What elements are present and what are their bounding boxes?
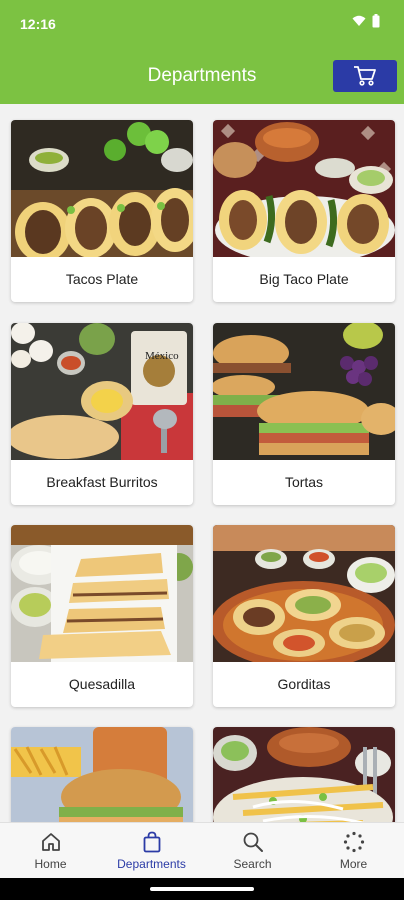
cart-icon [354,66,376,86]
department-image [11,120,193,257]
nav-label: Home [34,857,67,871]
nav-label: Search [233,857,272,871]
search-icon [243,832,263,852]
departments-grid: Tacos Plate Big Taco Plate México Breakf… [0,104,404,822]
bottom-navigation: Home Departments Search More [0,822,404,878]
nav-label: More [339,857,368,871]
department-card-big-taco-plate[interactable]: Big Taco Plate [213,120,395,302]
status-icons [352,14,380,28]
home-icon [42,833,60,851]
status-time: 12:16 [20,16,56,32]
department-image [213,525,395,662]
bag-icon [143,831,161,853]
home-gesture-handle[interactable] [150,887,254,891]
status-bar: 12:16 [0,0,404,48]
cart-button[interactable] [333,60,397,92]
department-image [213,727,395,822]
nav-more[interactable]: More [303,823,404,879]
department-card-breakfast-burritos[interactable]: México Breakfast Burritos [11,323,193,505]
department-label: Tacos Plate [65,271,139,287]
department-image [213,323,395,460]
battery-icon [372,14,380,28]
department-card-quesadilla[interactable]: Quesadilla [11,525,193,707]
nav-home[interactable]: Home [0,823,101,879]
department-card-tortas[interactable]: Tortas [213,323,395,505]
department-image: México [11,323,193,460]
nav-search[interactable]: Search [202,823,303,879]
department-label: Breakfast Burritos [46,474,158,490]
department-card-tacos-plate[interactable]: Tacos Plate [11,120,193,302]
department-image [213,120,395,257]
nav-departments[interactable]: Departments [101,823,202,879]
department-image [11,727,193,822]
department-card-gorditas[interactable]: Gorditas [213,525,395,707]
department-label: Gorditas [277,676,331,692]
gesture-bar [0,878,404,900]
department-card-7[interactable] [11,727,193,822]
department-image [11,525,193,662]
department-label: Tortas [284,474,324,490]
mexico-can-text: México [145,350,179,362]
department-card-8[interactable] [213,727,395,822]
nav-label: Departments [117,857,186,871]
department-label: Big Taco Plate [259,271,349,287]
wifi-icon [352,15,366,26]
department-label: Quesadilla [68,676,136,692]
more-icon [343,831,365,853]
app-bar: Departments [0,48,404,104]
